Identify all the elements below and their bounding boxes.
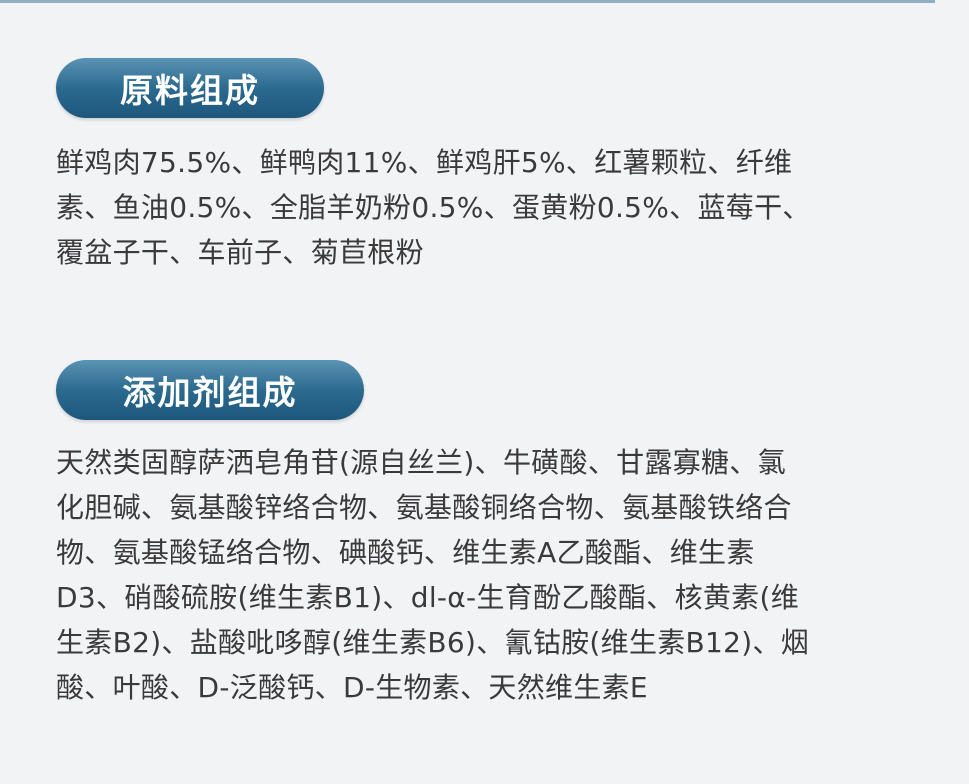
ingredients-heading: 原料组成 [120,71,260,110]
additives-line: 物、氨基酸锰络合物、碘酸钙、维生素A乙酸酯、维生素 [56,536,755,569]
ingredients-line: 鲜鸡肉75.5%、鲜鸭肉11%、鲜鸡肝5%、红薯颗粒、纤维 [56,146,793,179]
ingredients-line: 覆盆子干、车前子、菊苣根粉 [56,236,424,269]
additives-text: 天然类固醇萨洒皂角苷(源自丝兰)、牛磺酸、甘露寡糖、氯 化胆碱、氨基酸锌络合物、… [56,440,896,710]
additives-heading-badge: 添加剂组成 [56,360,364,420]
additives-heading: 添加剂组成 [122,373,298,412]
additives-line: 生素B2)、盐酸吡哆醇(维生素B6)、氰钴胺(维生素B12)、烟 [56,626,810,659]
ingredients-section: 原料组成 鲜鸡肉75.5%、鲜鸭肉11%、鲜鸡肝5%、红薯颗粒、纤维 素、鱼油0… [56,58,896,275]
ingredients-text: 鲜鸡肉75.5%、鲜鸭肉11%、鲜鸡肝5%、红薯颗粒、纤维 素、鱼油0.5%、全… [56,140,896,275]
additives-line: 天然类固醇萨洒皂角苷(源自丝兰)、牛磺酸、甘露寡糖、氯 [56,446,786,479]
ingredients-heading-badge: 原料组成 [56,58,324,118]
top-divider [0,0,935,3]
ingredients-line: 素、鱼油0.5%、全脂羊奶粉0.5%、蛋黄粉0.5%、蓝莓干、 [56,191,811,224]
additives-line: D3、硝酸硫胺(维生素B1)、dl-α-生育酚乙酸酯、核黄素(维 [56,581,799,614]
additives-line: 化胆碱、氨基酸锌络合物、氨基酸铜络合物、氨基酸铁络合 [56,491,792,524]
additives-section: 添加剂组成 天然类固醇萨洒皂角苷(源自丝兰)、牛磺酸、甘露寡糖、氯 化胆碱、氨基… [56,360,896,710]
additives-line: 酸、叶酸、D-泛酸钙、D-生物素、天然维生素E [56,671,648,704]
